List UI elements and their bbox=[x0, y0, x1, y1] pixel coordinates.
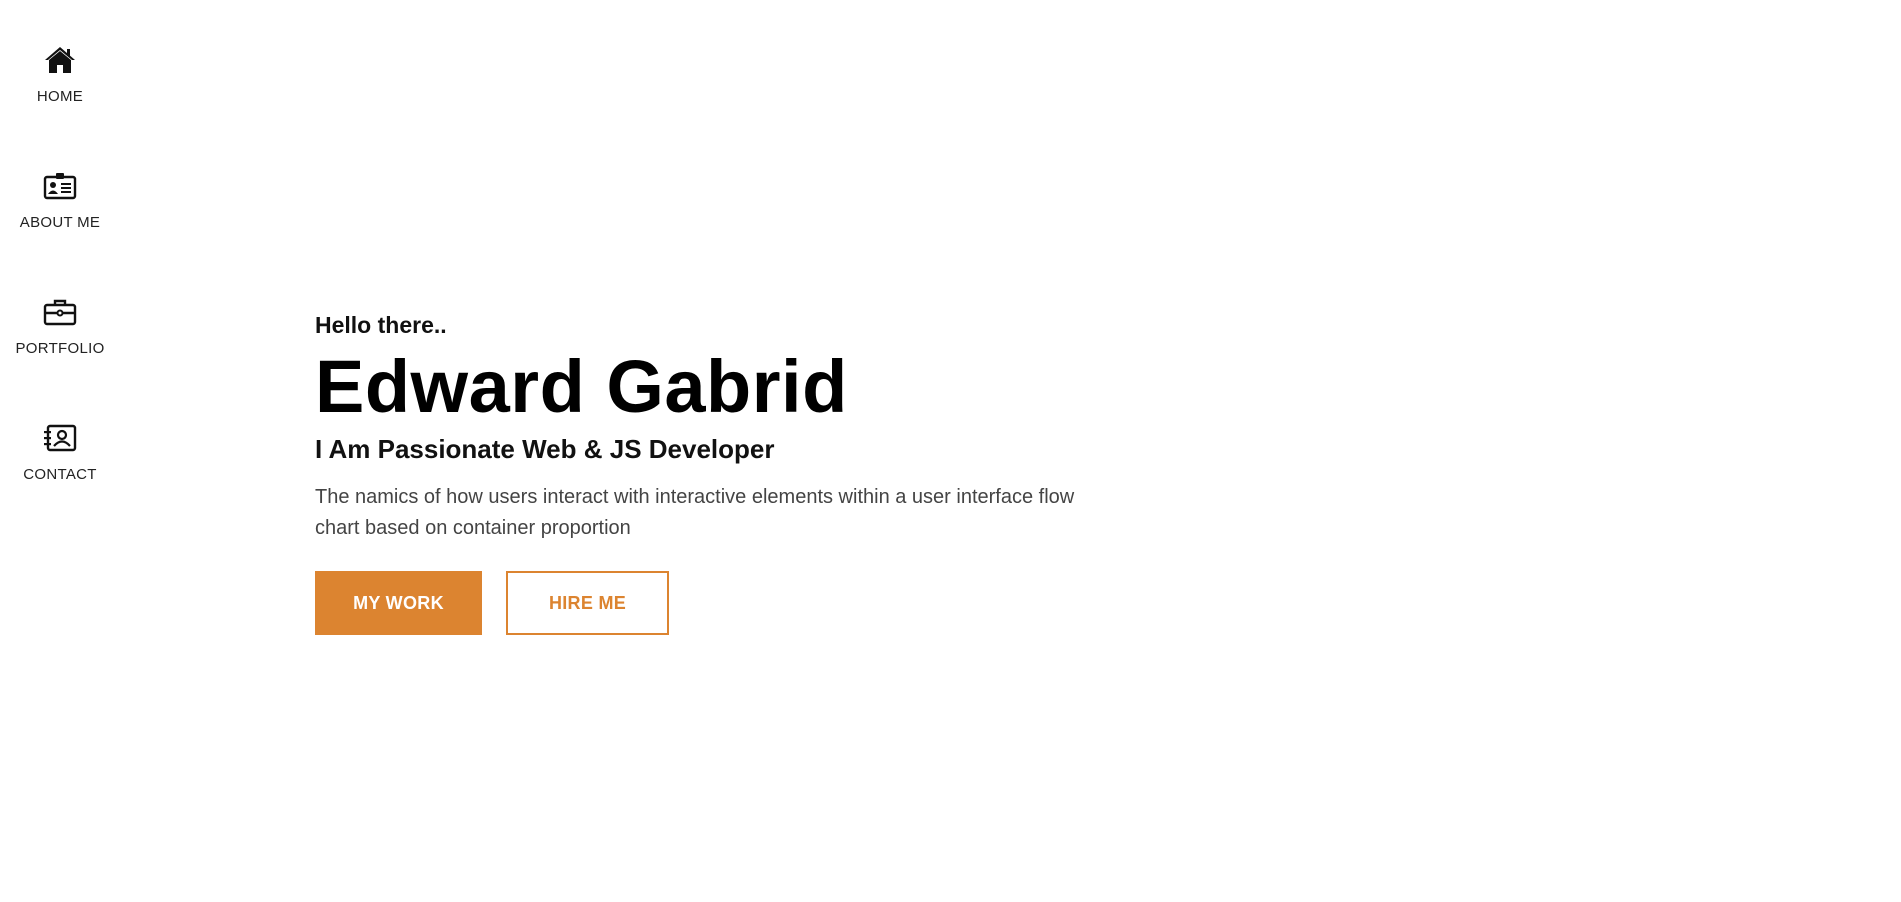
hire-me-button[interactable]: HIRE ME bbox=[506, 571, 669, 635]
sidebar-nav: HOME ABOUT ME PORTFOLIO CONTACT bbox=[0, 0, 120, 902]
my-work-button[interactable]: MY WORK bbox=[315, 571, 482, 635]
sidebar-item-home[interactable]: HOME bbox=[0, 42, 120, 105]
sidebar-item-label: HOME bbox=[36, 88, 84, 105]
briefcase-icon bbox=[42, 294, 78, 330]
id-card-icon bbox=[42, 168, 78, 204]
hero-buttons: MY WORK HIRE ME bbox=[315, 571, 1115, 635]
hero-greeting: Hello there.. bbox=[315, 312, 447, 338]
home-icon bbox=[42, 42, 78, 78]
contact-book-icon bbox=[42, 420, 78, 456]
hero-description: The namics of how users interact with in… bbox=[315, 486, 1075, 539]
hero-role: I Am Passionate Web & JS Developer bbox=[315, 434, 775, 464]
hero-section: Hello there.. Edward Gabrid I Am Passion… bbox=[315, 310, 1115, 635]
hero-name: Edward Gabrid bbox=[315, 345, 848, 428]
sidebar-item-label: PORTFOLIO bbox=[15, 340, 105, 357]
sidebar-item-contact[interactable]: CONTACT bbox=[0, 420, 120, 483]
sidebar-item-label: ABOUT ME bbox=[19, 214, 101, 231]
sidebar-item-portfolio[interactable]: PORTFOLIO bbox=[0, 294, 120, 357]
sidebar-item-about-me[interactable]: ABOUT ME bbox=[0, 168, 120, 231]
sidebar-item-label: CONTACT bbox=[23, 466, 97, 483]
